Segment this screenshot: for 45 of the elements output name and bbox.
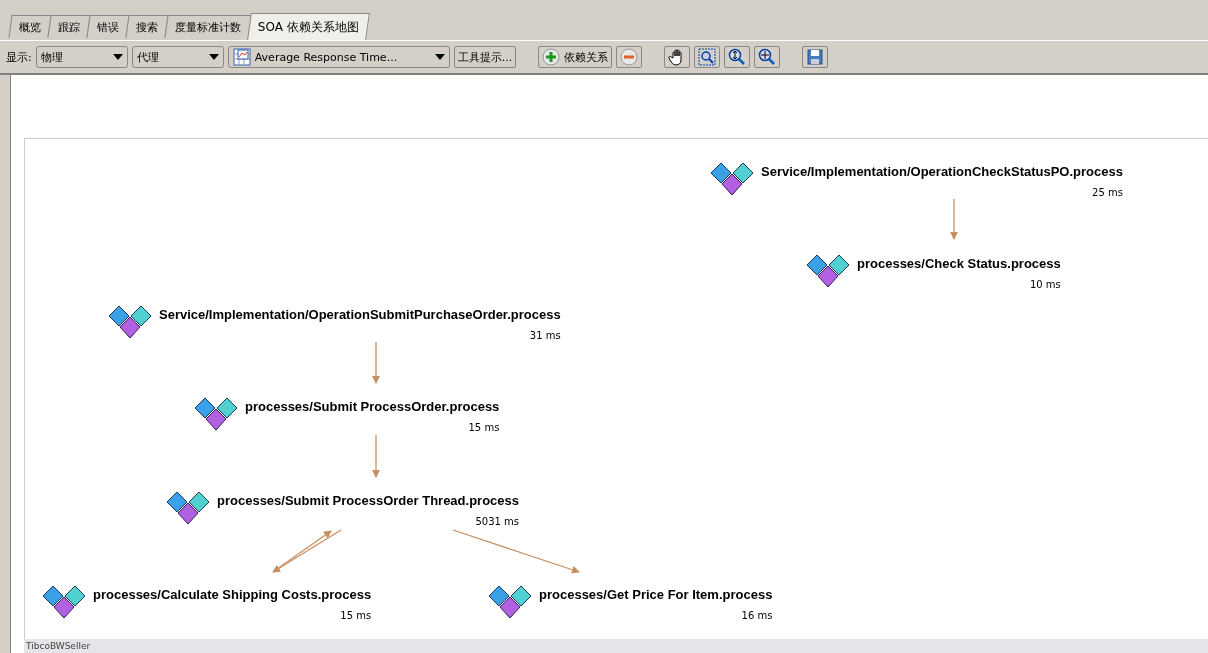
- display-label: 显示:: [6, 49, 32, 65]
- process-name: processes/Get Price For Item.process: [539, 587, 773, 602]
- dependency-arrow: [372, 341, 380, 384]
- metric-dropdown[interactable]: Average Response Time...: [227, 46, 450, 68]
- tab[interactable]: 错误: [86, 15, 130, 38]
- response-time: 15 ms: [468, 422, 500, 433]
- zoom-in-icon: [758, 48, 777, 66]
- tab[interactable]: 概览: [8, 15, 52, 38]
- dropdown[interactable]: 代理: [131, 46, 224, 68]
- process-name: processes/Submit ProcessOrder Thread.process: [217, 493, 519, 508]
- process-name: processes/Submit ProcessOrder.process: [245, 399, 500, 414]
- chart-icon: [232, 48, 251, 66]
- zoom-selection-icon: [698, 48, 717, 66]
- process-name: processes/Calculate Shipping Costs.process: [93, 587, 372, 602]
- tab[interactable]: SOA 依赖关系地图: [247, 13, 370, 40]
- dependency-arrow: [950, 198, 958, 240]
- process-name: Service/Implementation/OperationSubmitPurchaseOrder.process: [159, 307, 561, 322]
- save-button[interactable]: [802, 46, 829, 68]
- plus-icon: [542, 48, 561, 66]
- zoom-selection-button[interactable]: [694, 46, 721, 68]
- footer-label: TibcoBWSeller: [24, 639, 1208, 653]
- response-time: 25 ms: [1092, 187, 1123, 198]
- process-name: processes/Check Status.process: [857, 256, 1061, 271]
- zoom-fit-icon: [728, 48, 747, 66]
- pan-button[interactable]: [664, 46, 691, 68]
- dependency-arrow: [276, 530, 332, 570]
- process-name: Service/Implementation/OperationCheckStatusPO.process: [761, 164, 1123, 179]
- tooltip-button[interactable]: 工具提示...: [453, 46, 517, 68]
- dropdown[interactable]: 物理: [35, 46, 128, 68]
- tab[interactable]: 搜索: [125, 15, 169, 38]
- response-time: 15 ms: [340, 610, 372, 621]
- response-time: 5031 ms: [475, 516, 519, 527]
- dependency-arrow: [272, 529, 342, 573]
- tab[interactable]: 跟踪: [47, 15, 91, 38]
- zoom-in-button[interactable]: [754, 46, 781, 68]
- dependency-arrow: [372, 434, 380, 478]
- tab[interactable]: 度量标准计数: [164, 15, 252, 38]
- response-time: 31 ms: [529, 330, 561, 341]
- save-icon: [806, 48, 825, 66]
- response-time: 10 ms: [1029, 279, 1061, 290]
- minus-icon: [620, 48, 639, 66]
- response-time: 16 ms: [741, 610, 773, 621]
- add-dependency-button[interactable]: 依赖关系: [538, 46, 613, 68]
- remove-button[interactable]: [616, 46, 643, 68]
- zoom-fit-button[interactable]: [724, 46, 751, 68]
